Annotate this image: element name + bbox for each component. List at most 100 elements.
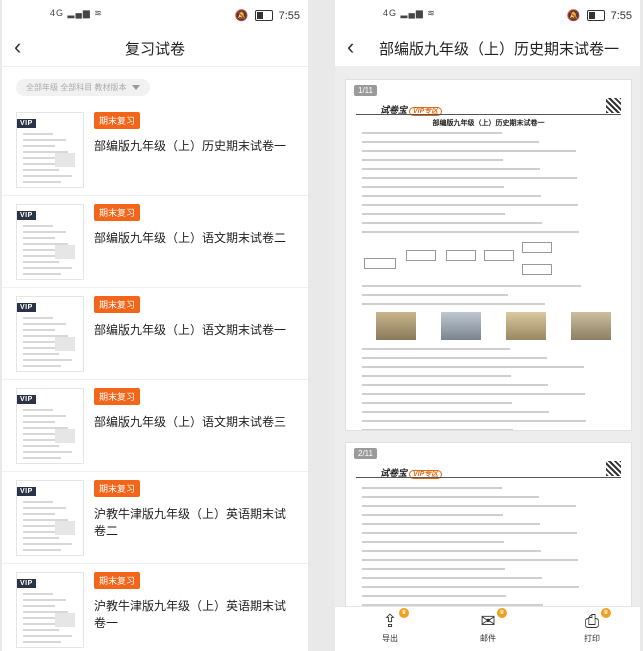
bottom-toolbar: ⇪ ♛ 导出 ✉ ♛ 邮件 ⎙ ♛ 打印: [335, 606, 640, 651]
vip-badge: VIP: [17, 211, 36, 220]
thumb-line: [23, 133, 53, 135]
thumb-line: [23, 409, 53, 411]
list-item[interactable]: VIP 期末复习 部编版九年级（上）语文期末试卷二: [2, 196, 308, 288]
document-page-1: 1/11 试卷宝 VIP专区 部编版九年级（上）历史期末试卷一: [345, 79, 632, 431]
thumb-line: [23, 513, 55, 515]
item-title: 部编版九年级（上）历史期末试卷一: [94, 139, 287, 153]
thumb-line: [23, 157, 57, 159]
text-line: [362, 505, 576, 507]
thumb-figure: [55, 429, 75, 443]
building-photo: [571, 312, 611, 340]
nav-bar: ‹ 部编版九年级（上）历史期末试卷一: [335, 30, 640, 67]
text-line: [362, 204, 578, 206]
text-line: [362, 487, 502, 489]
thumb-line: [23, 181, 61, 183]
page-number: 2/11: [354, 448, 377, 459]
thumb-figure: [55, 153, 75, 167]
export-button[interactable]: ⇪ ♛ 导出: [365, 608, 415, 644]
status-time: 7:55: [610, 9, 632, 22]
text-line: [362, 366, 584, 368]
left-screen: 4G ▂▄▆ ≋ 🔕 7:55 ‹ 复习试卷 全部年级 全部科目 教材版本 VI…: [2, 0, 308, 651]
list-item[interactable]: VIP 期末复习部编版九年级（上）语文期末试卷一: [2, 288, 308, 380]
print-button[interactable]: ⎙ ♛ 打印: [567, 608, 617, 644]
text-line: [362, 132, 502, 134]
divider: [356, 114, 621, 115]
thumb-line: [23, 415, 66, 417]
thumb-line: [23, 175, 72, 177]
thumb-line: [23, 451, 72, 453]
timeline-box: [406, 250, 436, 261]
signal-text: 4G: [383, 8, 398, 18]
thumb-line: [23, 341, 57, 343]
tag-badge: 期末复习: [94, 296, 141, 313]
text-line: [362, 141, 539, 143]
thumb-line: [23, 329, 55, 331]
list-item[interactable]: VIP 期末复习沪教牛津版九年级（上）英语期末试卷一: [2, 564, 308, 651]
thumb-line: [23, 353, 59, 355]
thumb-line: [23, 593, 53, 595]
list-item[interactable]: VIP 期末复习 沪教牛津版九年级（上）英语期末试卷二: [2, 472, 308, 564]
text-line: [362, 231, 579, 233]
building-photo: [441, 312, 481, 340]
crown-icon: ♛: [399, 608, 409, 618]
vip-badge: VIP: [17, 303, 36, 312]
text-line: [362, 550, 541, 552]
thumb-line: [23, 445, 59, 447]
tag-badge: 期末复习: [94, 388, 141, 405]
page-number: 1/11: [354, 85, 377, 96]
back-icon[interactable]: ‹: [347, 34, 354, 60]
item-title: 沪教牛津版九年级（上）英语期末试卷一: [94, 599, 287, 630]
mail-icon: ✉ ♛: [463, 608, 513, 632]
text-line: [362, 532, 577, 534]
print-label: 打印: [584, 634, 600, 643]
text-line: [362, 357, 547, 359]
text-line: [362, 514, 503, 516]
thumb-line: [23, 543, 72, 545]
battery-icon: [254, 10, 273, 21]
thumb-line: [23, 421, 55, 423]
thumb-line: [23, 617, 57, 619]
divider: [356, 477, 621, 478]
thumb-line: [23, 317, 53, 319]
text-line: [362, 294, 508, 296]
text-line: [362, 384, 548, 386]
status-right: 🔕 7:55: [567, 9, 632, 23]
timeline-box: [484, 250, 514, 261]
signal-indicator: 4G ▂▄▆ ≋: [383, 8, 436, 18]
item-title: 部编版九年级（上）语文期末试卷一: [94, 323, 287, 337]
crown-icon: ♛: [601, 608, 611, 618]
tag-badge: 期末复习: [94, 572, 141, 589]
tag-badge: 期末复习: [94, 480, 141, 497]
text-line: [362, 177, 577, 179]
thumb-line: [23, 599, 66, 601]
document-viewer[interactable]: 1/11 试卷宝 VIP专区 部编版九年级（上）历史期末试卷一 2/11 试卷宝 V…: [335, 67, 640, 607]
thumb-line: [23, 249, 57, 251]
text-line: [362, 393, 585, 395]
vip-badge: VIP: [17, 579, 36, 588]
thumb-line: [23, 273, 61, 275]
list-item[interactable]: VIP 期末复习 部编版九年级（上）历史期末试卷一: [2, 104, 308, 196]
thumb-line: [23, 225, 53, 227]
text-line: [362, 285, 581, 287]
nav-bar: ‹ 复习试卷: [2, 30, 308, 67]
list-item[interactable]: VIP 期末复习部编版九年级（上）语文期末试卷三: [2, 380, 308, 472]
thumb-line: [23, 261, 59, 263]
mail-button[interactable]: ✉ ♛ 邮件: [463, 608, 513, 644]
thumb-line: [23, 231, 66, 233]
building-photo: [506, 312, 546, 340]
thumb-line: [23, 629, 59, 631]
qr-code-icon: [606, 98, 621, 113]
battery-icon: [586, 10, 605, 21]
thumb-figure: [55, 521, 75, 535]
text-line: [362, 523, 540, 525]
thumb-line: [23, 457, 61, 459]
item-title: 部编版九年级（上）语文期末试卷三: [94, 415, 287, 429]
vip-badge: VIP: [17, 487, 36, 496]
signal-text: 4G: [50, 8, 65, 18]
status-right: 🔕 7:55: [235, 9, 300, 23]
filter-dropdown[interactable]: 全部年级 全部科目 教材版本: [16, 79, 151, 96]
vip-badge: VIP: [17, 395, 36, 404]
thumb-line: [23, 549, 61, 551]
text-line: [362, 429, 513, 430]
export-icon: ⇪ ♛: [365, 608, 415, 632]
